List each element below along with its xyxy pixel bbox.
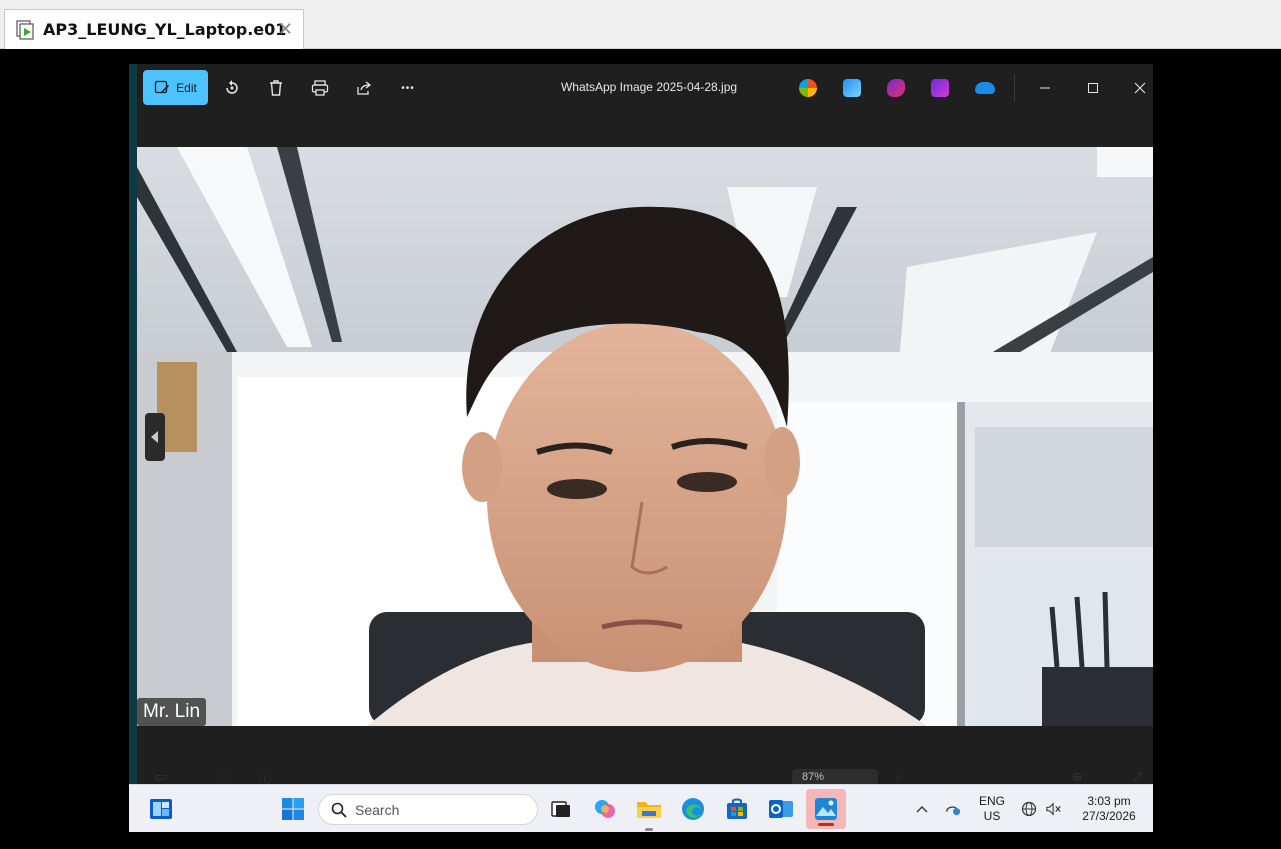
photos-taskbar-button[interactable] (806, 789, 846, 829)
copilot-icon[interactable] (799, 79, 817, 97)
filmstrip-icon[interactable]: ▭ (153, 769, 169, 784)
zoom-out-icon[interactable]: ⌕ (891, 769, 907, 784)
file-explorer-icon[interactable] (635, 795, 663, 831)
previous-image-button[interactable] (145, 413, 165, 461)
globe-network-icon[interactable] (1021, 801, 1037, 817)
participant-name-tag: Mr. Lin (137, 698, 207, 726)
chevron-left-icon (151, 431, 158, 443)
edge-browser-icon[interactable] (679, 795, 707, 823)
onedrive-icon[interactable] (975, 82, 995, 94)
copilot-taskbar-icon[interactable] (591, 795, 619, 823)
photo-canvas (137, 147, 1153, 726)
photos-app-window: Edit ••• WhatsApp Image 2025-04-28.jpg M… (129, 64, 1153, 784)
edit-button-label: Edit (176, 80, 197, 95)
active-indicator (818, 823, 834, 826)
viewer-tab-label: AP3_LEUNG_YL_Laptop.e01 (43, 20, 287, 39)
zoom-in-icon[interactable]: ⊕ (1069, 769, 1085, 784)
evidence-file-icon (15, 19, 37, 41)
clock-time: 3:03 pm (1087, 794, 1131, 808)
window-left-edge (129, 64, 137, 784)
edit-button[interactable]: Edit (143, 70, 208, 105)
search-placeholder: Search (355, 801, 400, 818)
share-icon[interactable] (352, 76, 376, 100)
file-title: WhatsApp Image 2025-04-28.jpg (560, 80, 738, 94)
search-icon (331, 802, 347, 818)
clipchamp-icon[interactable] (887, 79, 905, 97)
delete-icon[interactable] (264, 76, 288, 100)
maximize-icon[interactable] (1081, 76, 1105, 100)
info-icon[interactable]: ⓘ (257, 769, 273, 785)
network-sync-icon[interactable] (945, 801, 961, 817)
running-indicator (645, 828, 653, 831)
language-code: ENG (978, 794, 1005, 808)
windows-taskbar: Search ENG US 3:03 pm 27/3/2026 (129, 784, 1153, 832)
outlook-icon[interactable] (767, 795, 795, 823)
volume-muted-icon[interactable] (1046, 801, 1062, 817)
start-windows-icon[interactable] (279, 795, 307, 823)
favorite-heart-icon[interactable]: ♡ (214, 769, 230, 784)
close-window-icon[interactable] (1128, 76, 1152, 100)
photos-app-icon (814, 797, 838, 826)
clock-date: 27/3/2026 (1082, 809, 1136, 823)
minimize-icon[interactable] (1033, 76, 1057, 100)
video-editor-icon[interactable] (931, 79, 949, 97)
microsoft-store-icon[interactable] (723, 795, 751, 823)
full-screen-icon[interactable]: ⤢ (1129, 769, 1145, 784)
edit-image-icon (155, 80, 170, 93)
keyboard-region: US (983, 809, 1001, 823)
close-icon[interactable]: ✕ (278, 19, 293, 40)
widgets-icon[interactable] (147, 795, 175, 823)
rotate-icon[interactable] (220, 76, 244, 100)
designer-icon[interactable] (843, 79, 861, 97)
more-options-icon[interactable]: ••• (396, 76, 420, 100)
photo-info-bar: ▭ ♡ ⓘ 87% ⌕ ⊕ ⤢ (129, 769, 1153, 784)
viewer-tab-evidence[interactable]: AP3_LEUNG_YL_Laptop.e01 ✕ (4, 9, 304, 49)
photos-toolbar: Edit ••• WhatsApp Image 2025-04-28.jpg (129, 64, 1153, 112)
input-language-indicator[interactable]: ENG US (972, 794, 1012, 824)
system-clock[interactable]: 3:03 pm 27/3/2026 (1074, 794, 1144, 824)
toolbar-separator (1014, 74, 1015, 102)
show-hidden-icons-chevron-up-icon[interactable] (914, 801, 930, 817)
task-view-icon[interactable] (547, 795, 575, 823)
taskbar-search-input[interactable]: Search (318, 794, 538, 825)
print-icon[interactable] (308, 76, 332, 100)
viewer-tab-bar: AP3_LEUNG_YL_Laptop.e01 ✕ (0, 0, 1281, 49)
zoom-level-select[interactable]: 87% (792, 769, 878, 784)
